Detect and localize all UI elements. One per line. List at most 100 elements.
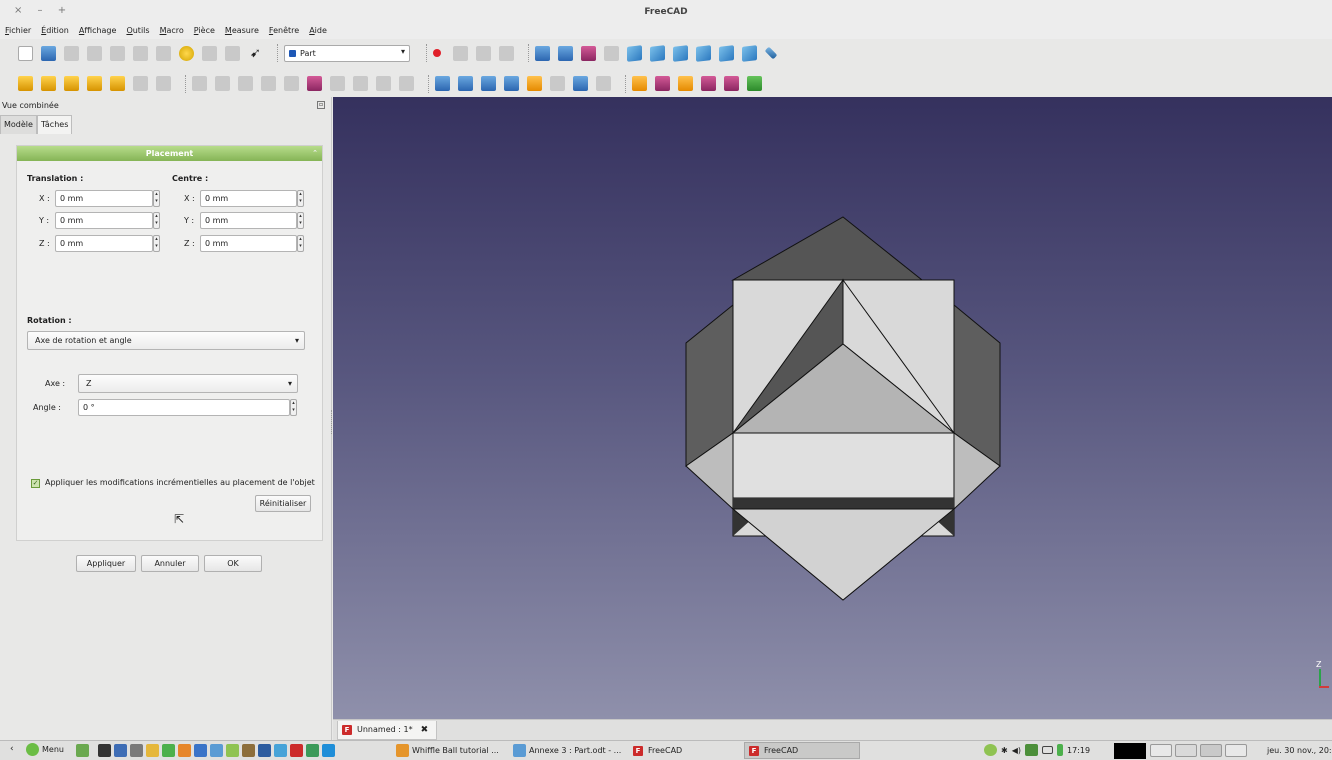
cut-icon[interactable] [110, 45, 125, 61]
spinner-icon[interactable]: ▴ ▾ [297, 212, 304, 229]
menu-edition[interactable]: Édition [41, 26, 69, 35]
folder-icon[interactable] [146, 744, 159, 757]
tab-modele[interactable]: Modèle [0, 115, 37, 134]
ruled-surface-icon[interactable] [330, 76, 345, 91]
calc-icon[interactable] [258, 744, 271, 757]
menu-aide[interactable]: Aide [309, 26, 327, 35]
app-c-icon[interactable] [322, 744, 335, 757]
reset-button[interactable]: Réinitialiser [255, 495, 311, 512]
cube-primitive-icon[interactable] [18, 76, 33, 91]
refresh-icon[interactable] [225, 45, 240, 61]
draw-style-icon[interactable] [581, 45, 596, 61]
workspace-4-icon[interactable] [1225, 744, 1247, 757]
make-face-icon[interactable] [307, 76, 322, 91]
centre-y-field[interactable]: 0 mm [200, 212, 297, 229]
menu-fenetre[interactable]: Fenêtre [269, 26, 299, 35]
measure-linear-icon[interactable] [632, 76, 647, 91]
save-icon[interactable] [64, 45, 79, 61]
menu-measure[interactable]: Measure [225, 26, 259, 35]
bluetooth-icon[interactable]: ✱ [1001, 746, 1008, 755]
vpn-icon[interactable] [306, 744, 319, 757]
system-monitor-icon[interactable] [114, 744, 127, 757]
menu-affichage[interactable]: Affichage [79, 26, 117, 35]
measure-toggle-icon[interactable] [724, 76, 739, 91]
menu-macro[interactable]: Macro [160, 26, 184, 35]
float-panel-icon[interactable]: ▫ [317, 101, 325, 109]
extrude-icon[interactable] [192, 76, 207, 91]
open-document-icon[interactable] [41, 45, 56, 61]
fillet-icon[interactable] [261, 76, 276, 91]
undo-icon[interactable] [179, 45, 194, 61]
whats-this-icon[interactable]: ➹ [248, 46, 263, 61]
compound-icon[interactable] [550, 76, 565, 91]
menu-fichier[interactable]: Fichier [5, 26, 31, 35]
inkscape-icon[interactable] [226, 744, 239, 757]
3d-viewport[interactable]: Z [333, 97, 1332, 719]
shape-builder-icon[interactable] [156, 76, 171, 91]
update-manager-icon[interactable] [984, 744, 997, 756]
taskbar-task-freecad-2[interactable]: F FreeCAD [744, 742, 860, 759]
workspace-preview[interactable] [1114, 743, 1146, 759]
close-tab-icon[interactable]: ✖ [421, 721, 429, 739]
spinner-icon[interactable]: ▴ ▾ [290, 399, 297, 416]
taskbar-task-annexe[interactable]: Annexe 3 : Part.odt - ... [509, 742, 621, 759]
angle-field[interactable]: 0 ° [78, 399, 290, 416]
gimp-icon[interactable] [242, 744, 255, 757]
collapse-icon[interactable]: ⌃ [312, 146, 318, 161]
redo-icon[interactable] [202, 45, 217, 61]
offset-icon[interactable] [399, 76, 414, 91]
top-view-icon[interactable] [650, 44, 665, 62]
file-manager-icon[interactable] [130, 744, 143, 757]
rear-view-icon[interactable] [696, 44, 711, 62]
rotation-mode-select[interactable]: Axe de rotation et angle ▾ [27, 331, 305, 350]
menu-outils[interactable]: Outils [126, 26, 149, 35]
new-document-icon[interactable] [18, 45, 33, 61]
check-geometry-icon[interactable] [573, 76, 588, 91]
mirror-icon[interactable] [238, 76, 253, 91]
freecad-icon[interactable] [290, 744, 303, 757]
fusion-icon[interactable] [481, 76, 496, 91]
spinner-icon[interactable]: ▴ ▾ [297, 235, 304, 252]
apply-button[interactable]: Appliquer [76, 555, 136, 572]
workspace-1-icon[interactable] [1150, 744, 1172, 757]
split-icon[interactable] [527, 76, 542, 91]
workspace-3-icon[interactable] [1200, 744, 1222, 757]
clock-time[interactable]: 17:19 [1067, 746, 1090, 755]
media-player-icon[interactable] [162, 744, 175, 757]
left-view-icon[interactable] [742, 44, 757, 62]
ok-button[interactable]: OK [204, 555, 262, 572]
taskbar-task-freecad-1[interactable]: F FreeCAD [629, 742, 682, 759]
isometric-view-icon[interactable] [604, 45, 619, 61]
primitives-icon[interactable] [133, 76, 148, 91]
writer-icon[interactable] [210, 744, 223, 757]
measure-distance-icon[interactable] [764, 46, 778, 60]
spinner-icon[interactable]: ▴ ▾ [153, 212, 160, 229]
document-tab[interactable]: F Unnamed : 1* ✖ [337, 721, 438, 740]
revolve-icon[interactable] [215, 76, 230, 91]
clock-date[interactable]: jeu. 30 nov., 20:1 [1267, 746, 1332, 755]
volume-icon[interactable]: ◀) [1012, 746, 1021, 755]
taskbar-task-whiffle[interactable]: Whiffle Ball tutorial ... [392, 742, 499, 759]
start-menu-button[interactable]: Menu [26, 743, 64, 756]
front-view-icon[interactable] [627, 44, 642, 62]
battery-icon[interactable] [1041, 746, 1053, 754]
translation-x-field[interactable]: 0 mm [55, 190, 153, 207]
spinner-icon[interactable]: ▴ ▾ [297, 190, 304, 207]
sphere-primitive-icon[interactable] [64, 76, 79, 91]
bottom-view-icon[interactable] [719, 44, 734, 62]
chevron-left-icon[interactable]: ‹ [10, 744, 14, 754]
centre-x-field[interactable]: 0 mm [200, 190, 297, 207]
cancel-button[interactable]: Annuler [141, 555, 199, 572]
macro-stop-icon[interactable] [453, 45, 468, 61]
workspace-2-icon[interactable] [1175, 744, 1197, 757]
cone-primitive-icon[interactable] [87, 76, 102, 91]
torus-primitive-icon[interactable] [110, 76, 125, 91]
common-icon[interactable] [504, 76, 519, 91]
workbench-selector[interactable]: Part ▾ [284, 44, 410, 62]
measure-3d-icon[interactable] [747, 76, 762, 91]
spinner-icon[interactable]: ▴ ▾ [153, 235, 160, 252]
spinner-icon[interactable]: ▴ ▾ [153, 190, 160, 207]
thunderbird-icon[interactable] [194, 744, 207, 757]
translation-y-field[interactable]: 0 mm [55, 212, 153, 229]
print-icon[interactable] [87, 45, 102, 61]
